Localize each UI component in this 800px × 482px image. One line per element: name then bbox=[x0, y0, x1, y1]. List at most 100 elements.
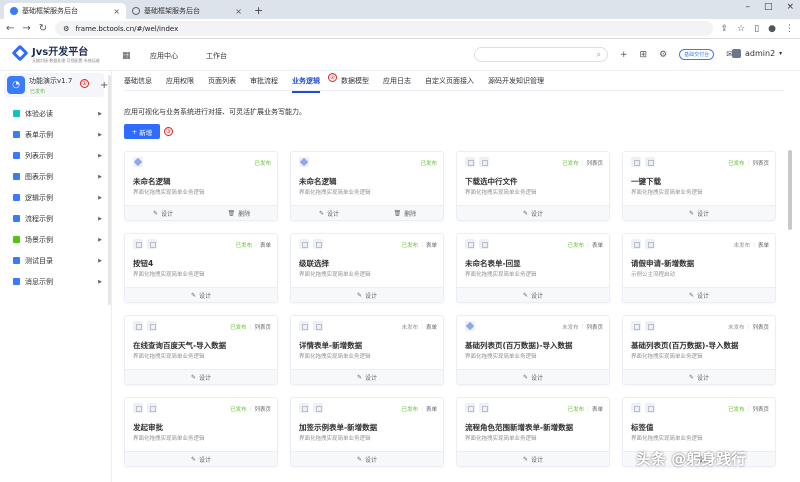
logic-card[interactable]: 已发布 | 表单 按钮4 界面化拖拽实现简单业务逻辑 ✎ 设计 bbox=[124, 233, 278, 303]
close-icon[interactable]: × bbox=[235, 7, 242, 16]
sidebar-item[interactable]: 表单示例 ▶ bbox=[0, 124, 110, 145]
tab-item[interactable]: 页面列表 bbox=[208, 75, 243, 91]
sidebar-item[interactable]: 流程示例 ▶ bbox=[0, 208, 110, 229]
status-badge: 已发布 bbox=[254, 161, 271, 167]
url-field[interactable]: ⚙ frame.bctools.cn/#/wel/index bbox=[55, 21, 713, 36]
sidebar-item[interactable]: 场景示例 ▶ bbox=[0, 229, 110, 250]
logic-card[interactable]: 已发布 | 列表页 一键下载 界面化拖拽实现简单业务逻辑 ✎ 设计 bbox=[622, 151, 776, 221]
forward-icon[interactable]: → bbox=[22, 23, 30, 34]
chevron-right-icon: ▶ bbox=[98, 173, 102, 180]
design-button[interactable]: ✎ 设计 bbox=[623, 288, 775, 302]
plus-icon[interactable]: + bbox=[620, 50, 628, 60]
share-icon[interactable]: ⇪ bbox=[721, 24, 729, 34]
logic-card[interactable]: 已发布 | 列表页 发起审批 界面化拖拽实现简单业务逻辑 ✎ 设计 bbox=[124, 397, 278, 467]
card-status: 未发布 | 表单 bbox=[402, 323, 437, 331]
design-button[interactable]: ✎ 设计 bbox=[457, 370, 609, 384]
sidebar-scrollbar[interactable] bbox=[108, 75, 111, 305]
browser-tab-1[interactable]: 基础框架服务后台 × bbox=[4, 3, 126, 19]
design-button[interactable]: ✎ 设计 bbox=[125, 370, 277, 384]
search-input[interactable]: ⌕ bbox=[474, 47, 608, 62]
tab-item[interactable]: 业务逻辑 bbox=[292, 75, 327, 93]
logic-card[interactable]: 已发布 | 表单 未命名表单-回显 界面化拖拽实现简单业务逻辑 ✎ 设计 bbox=[456, 233, 610, 303]
reload-icon[interactable]: ↻ bbox=[39, 23, 47, 34]
tabs-divider bbox=[124, 90, 784, 91]
logic-card[interactable]: 未发布 | 列表页 基础列表页(百万数据)-导入数据 界面化拖拽实现简单业务逻辑 ✎ 设计 bbox=[456, 315, 610, 385]
logo[interactable]: Jvs开发平台 无缝对接·数据处理·可视配置·系统运维 bbox=[12, 43, 100, 63]
design-button[interactable]: ✎ 设计 bbox=[457, 206, 609, 220]
design-button[interactable]: ✎ 设计 bbox=[291, 370, 443, 384]
card-actions: ✎ 设计 bbox=[291, 369, 443, 384]
tab-item[interactable]: 数据模型 bbox=[341, 75, 376, 91]
sidebar-item[interactable]: 图表示例 ▶ bbox=[0, 166, 110, 187]
app-switcher[interactable]: ◔ 功能演示v1.7 已发布 ① bbox=[4, 73, 104, 97]
chevron-right-icon: ▶ bbox=[98, 215, 102, 222]
maximize-icon[interactable]: □ bbox=[764, 2, 773, 12]
logic-card[interactable]: 已发布 未命名逻辑 界面化拖拽实现简单业务逻辑 ✎ 设计 🗑 删除 bbox=[124, 151, 278, 221]
back-icon[interactable]: ← bbox=[6, 23, 14, 34]
design-button[interactable]: ✎ 设计 bbox=[623, 370, 775, 384]
new-tab-button[interactable]: + bbox=[248, 3, 269, 19]
close-window-icon[interactable]: × bbox=[786, 2, 794, 12]
card-status: 已发布 | 列表页 bbox=[230, 405, 271, 413]
tab-item[interactable]: 应用权限 bbox=[166, 75, 201, 91]
sidebar-item[interactable]: 测试目录 ▶ bbox=[0, 250, 110, 271]
apps-icon[interactable]: ⊞ bbox=[640, 50, 648, 60]
design-button[interactable]: ✎ 设计 bbox=[125, 288, 277, 302]
browser-tab-2[interactable]: 基础框架服务后台 × bbox=[126, 3, 248, 19]
logic-card[interactable]: 未发布 | 列表页 基础列表页(百万数据)-导入数据 界面化拖拽实现简单业务逻辑 ✎ 设计 bbox=[622, 315, 776, 385]
card-status: 已发布 | 列表页 bbox=[562, 159, 603, 167]
delete-button[interactable]: 🗑 删除 bbox=[201, 206, 277, 220]
logic-card[interactable]: 已发布 未命名逻辑 界面化拖拽实现简单业务逻辑 ✎ 设计 🗑 删除 bbox=[290, 151, 444, 221]
action-label: 设计 bbox=[365, 374, 378, 382]
nav-workbench[interactable]: 工作台 bbox=[206, 51, 227, 61]
nav-app-center[interactable]: 应用中心 bbox=[150, 51, 178, 61]
card-description: 界面化拖拽实现简单业务逻辑 bbox=[465, 272, 537, 278]
logic-card[interactable]: 已发布 | 列表页 下载选中行文件 界面化拖拽实现简单业务逻辑 ✎ 设计 bbox=[456, 151, 610, 221]
tab-item[interactable]: 应用日志 bbox=[383, 75, 418, 91]
action-label: 设计 bbox=[199, 292, 212, 300]
logic-card[interactable]: 已发布 | 列表页 在线查询百度天气-导入数据 界面化拖拽实现简单业务逻辑 ✎ 设计 bbox=[124, 315, 278, 385]
minimize-icon[interactable]: – bbox=[745, 2, 750, 12]
logic-card[interactable]: 已发布 | 表单 加签示例表单-新增数据 界面化拖拽实现简单业务逻辑 ✎ 设计 bbox=[290, 397, 444, 467]
design-button[interactable]: ✎ 设计 bbox=[623, 206, 775, 220]
action-label: 设计 bbox=[531, 210, 544, 218]
sidebar-item[interactable]: 消息示例 ▶ bbox=[0, 271, 110, 292]
add-button[interactable]: + 新增 bbox=[124, 124, 160, 139]
bookmark-star-icon[interactable]: ☆ bbox=[737, 24, 745, 34]
tab-item[interactable]: 审批流程 bbox=[250, 75, 285, 91]
page-scrollbar[interactable] bbox=[788, 150, 792, 230]
site-info-icon[interactable]: ⚙ bbox=[63, 25, 69, 33]
close-icon[interactable]: × bbox=[113, 7, 120, 16]
card-actions: ✎ 设计 bbox=[291, 287, 443, 302]
delete-button[interactable]: 🗑 删除 bbox=[367, 206, 443, 220]
design-button[interactable]: ✎ 设计 bbox=[457, 288, 609, 302]
logic-card[interactable]: 未发布 | 表单 请假申请-新增数据 示例公主流程启动 ✎ 设计 bbox=[622, 233, 776, 303]
design-button[interactable]: ✎ 设计 bbox=[291, 288, 443, 302]
settings-icon[interactable]: ⚙ bbox=[659, 50, 667, 60]
profile-icon[interactable]: ● bbox=[768, 24, 776, 34]
design-button[interactable]: ✎ 设计 bbox=[125, 206, 201, 220]
menu-dots-icon[interactable]: ⋮ bbox=[785, 24, 794, 34]
grid-menu-icon[interactable]: ▦ bbox=[122, 51, 131, 61]
design-button[interactable]: ✎ 设计 bbox=[457, 452, 609, 466]
logic-card[interactable]: 已发布 | 表单 级联选择 界面化拖拽实现简单业务逻辑 ✎ 设计 bbox=[290, 233, 444, 303]
divider: | bbox=[747, 406, 750, 412]
design-button[interactable]: ✎ 设计 bbox=[291, 206, 367, 220]
page-icon bbox=[631, 157, 641, 167]
logic-card[interactable]: 已发布 | 表单 流程角色范围新增表单-新增数据 界面化拖拽实现简单业务逻辑 ✎ 设计 bbox=[456, 397, 610, 467]
user-menu[interactable]: admin2 ▾ bbox=[732, 49, 782, 58]
tab-item[interactable]: 源码开发知识管理 bbox=[488, 75, 551, 91]
sidebar-icon[interactable]: ▯ bbox=[754, 24, 759, 34]
sidebar-item[interactable]: 逻辑示例 ▶ bbox=[0, 187, 110, 208]
sidebar-item[interactable]: 列表示例 ▶ bbox=[0, 145, 110, 166]
tab-item[interactable]: 自定义页面接入 bbox=[425, 75, 481, 91]
design-button[interactable]: ✎ 设计 bbox=[291, 452, 443, 466]
logic-card[interactable]: 未发布 | 表单 详情表单-新增数据 界面化拖拽实现简单业务逻辑 ✎ 设计 bbox=[290, 315, 444, 385]
sidebar-item[interactable]: 体验必读 ▶ bbox=[0, 103, 110, 124]
status-badge: 已发布 bbox=[728, 161, 745, 167]
page-icon bbox=[313, 239, 323, 249]
design-button[interactable]: ✎ 设计 bbox=[125, 452, 277, 466]
page-description: 应用可视化与业务系统进行对接、可灵活扩展业务写能力。 bbox=[124, 108, 306, 116]
version-badge[interactable]: 基础交付台 bbox=[679, 49, 715, 60]
tab-item[interactable]: 基础信息 bbox=[124, 75, 159, 91]
